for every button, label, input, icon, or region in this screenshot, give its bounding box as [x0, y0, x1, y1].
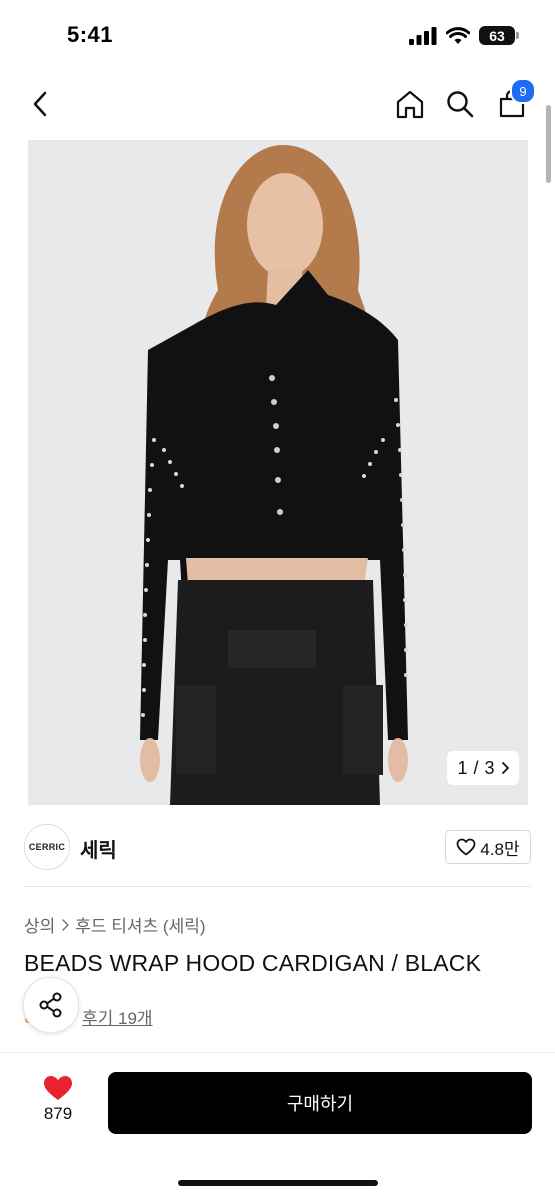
search-button[interactable]: [440, 84, 480, 124]
brand-like-button[interactable]: 4.8만: [445, 830, 531, 864]
battery-level: 63: [489, 27, 505, 44]
home-indicator: [178, 1180, 378, 1186]
image-current: 1: [457, 757, 468, 778]
cart-badge: 9: [510, 78, 536, 104]
breadcrumb: 상의 후드 티셔츠 (세릭): [24, 912, 206, 937]
brand-logo-text: CERRIC: [28, 842, 66, 852]
status-bar: 5:41 63: [0, 0, 555, 72]
back-button[interactable]: [20, 84, 60, 124]
chevron-right-icon: [62, 918, 70, 931]
wifi-icon: [446, 26, 470, 44]
cart-button[interactable]: 9: [492, 78, 536, 124]
scroll-indicator[interactable]: [546, 105, 551, 183]
cellular-signal-icon: [409, 26, 437, 45]
status-time: 5:41: [67, 22, 114, 47]
brand-like-count: 4.8만: [480, 839, 520, 859]
product-image[interactable]: 1 / 3: [28, 140, 528, 805]
buy-button[interactable]: 구매하기: [108, 1072, 532, 1134]
breadcrumb-subcategory[interactable]: 후드 티셔츠 (세릭): [75, 912, 205, 937]
wishlist-count: 879: [43, 1104, 73, 1123]
heart-outline-icon: [457, 838, 476, 856]
chevron-right-icon: [501, 762, 509, 774]
image-separator: /: [473, 757, 479, 778]
share-button[interactable]: [23, 977, 79, 1033]
product-title: BEADS WRAP HOOD CARDIGAN / BLACK: [24, 950, 482, 976]
image-total: 3: [484, 757, 495, 778]
home-icon: [396, 90, 424, 119]
product-photo: [28, 140, 528, 805]
review-link[interactable]: 후기 19개: [82, 1004, 153, 1029]
brand-name[interactable]: 세릭: [80, 834, 117, 863]
top-nav: 9: [0, 72, 555, 136]
chevron-left-icon: [33, 91, 47, 117]
status-icons: 63: [409, 26, 519, 45]
share-icon: [39, 992, 62, 1018]
image-counter[interactable]: 1 / 3: [447, 751, 519, 785]
breadcrumb-category[interactable]: 상의: [24, 912, 55, 937]
home-button[interactable]: [390, 84, 430, 124]
brand-logo[interactable]: CERRIC: [24, 824, 70, 870]
divider: [24, 886, 531, 887]
brand-row: CERRIC 세릭 4.8만: [0, 810, 555, 885]
battery-icon: 63: [479, 26, 519, 45]
heart-filled-icon: [44, 1076, 72, 1100]
wishlist-button[interactable]: 879: [35, 1075, 81, 1124]
bottom-bar: 879 구매하기: [0, 1053, 555, 1200]
search-icon: [447, 91, 474, 118]
